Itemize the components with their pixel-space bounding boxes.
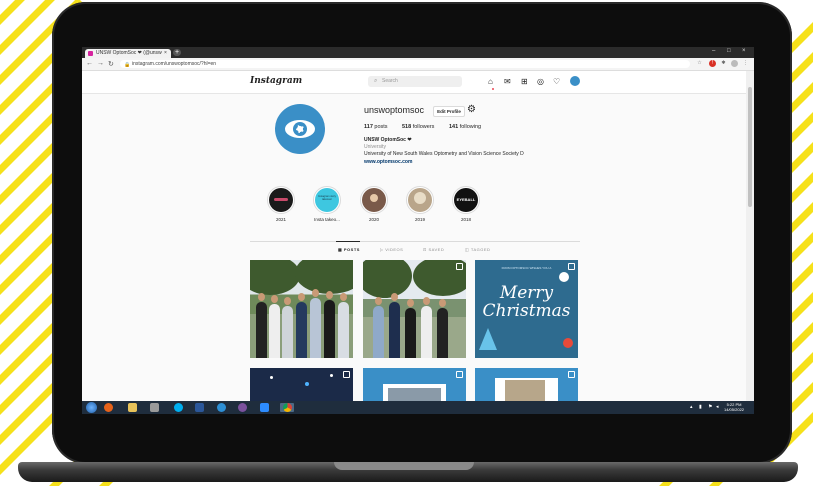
tab-posts[interactable]: ▦ POSTS [338, 247, 360, 252]
following-stat[interactable]: 141 following [449, 124, 481, 130]
carousel-icon [568, 371, 575, 378]
app-icon[interactable] [217, 403, 226, 412]
browser-tab[interactable]: UNSW OptomSoc ❤ (@unswo... × [85, 49, 171, 58]
viber-icon[interactable] [238, 403, 247, 412]
profile-category: University [364, 144, 386, 150]
post-thumbnail[interactable]: FROM OPTOMSOC WISHES YOU A Merry Christm… [475, 260, 578, 358]
home-icon[interactable]: ⌂ [488, 77, 493, 86]
active-tab-indicator [336, 241, 360, 242]
bookmark-star-icon[interactable]: ☆ [696, 60, 703, 67]
browser-tab-bar: UNSW OptomSoc ❤ (@unswo... × + – □ × [82, 47, 754, 58]
highlight-thumbnail [362, 188, 386, 212]
start-button[interactable] [86, 402, 97, 413]
new-post-icon[interactable]: ⊞ [521, 77, 528, 86]
tab-close-icon[interactable]: × [164, 49, 167, 58]
back-arrow-icon[interactable]: ← [86, 60, 93, 67]
firefox-icon[interactable] [104, 403, 113, 412]
browser-toolbar: ← → ↻ 🔒 instagram.com/unswoptomsoc/?hl=e… [82, 58, 754, 71]
highlight-thumbnail [269, 188, 293, 212]
post-thumbnail[interactable] [363, 260, 466, 358]
flag-icon[interactable]: ⚑ [708, 404, 712, 410]
search-input[interactable]: ⌕ Search [368, 76, 462, 87]
close-window-button[interactable]: × [742, 48, 746, 54]
profile-avatar-icon[interactable] [731, 60, 738, 67]
highlight-label: Insta takeo... [314, 217, 340, 222]
taskbar-clock[interactable]: 5:22 PM 14/05/2022 [724, 402, 744, 412]
highlight-thumbnail [408, 188, 432, 212]
highlight-label: 2019 [414, 217, 425, 222]
highlight-thumbnail: EYEBALL [454, 188, 478, 212]
taskbar-date: 14/05/2022 [724, 407, 745, 412]
extension-icon[interactable]: ! [709, 60, 716, 67]
instagram-page: Instagram ⌕ Search ⌂ ✉ ⊞ ◎ ♡ unswoptomso… [82, 71, 746, 414]
address-bar[interactable]: 🔒 instagram.com/unswoptomsoc/?hl=en [120, 60, 690, 68]
followers-stat[interactable]: 518 followers [402, 124, 434, 130]
highlight-label: 2021 [275, 217, 286, 222]
chrome-taskbar-icon[interactable] [280, 403, 294, 412]
gear-icon[interactable]: ⚙ [467, 104, 476, 115]
windows-taskbar: ▴ ▮ ⚑ ◂ 5:22 PM 14/05/2022 [82, 401, 754, 414]
maximize-button[interactable]: □ [727, 48, 731, 54]
instagram-favicon-icon [88, 51, 93, 56]
explore-compass-icon[interactable]: ◎ [537, 77, 544, 86]
network-icon[interactable]: ▮ [699, 404, 702, 410]
profile-bio: University of New South Wales Optometry … [364, 151, 524, 157]
lock-icon: 🔒 [124, 62, 131, 68]
kebab-menu-icon[interactable]: ⋮ [742, 60, 749, 67]
reload-icon[interactable]: ↻ [108, 60, 114, 68]
tray-arrow-icon[interactable]: ▴ [690, 404, 693, 410]
profile-username: unswoptomsoc [364, 105, 425, 115]
christmas-post-title: Merry Christmas [482, 283, 571, 321]
tab-videos[interactable]: ▷ VIDEOS [380, 247, 403, 252]
carousel-icon [343, 371, 350, 378]
skype-icon[interactable] [174, 403, 183, 412]
laptop-notch [334, 462, 474, 470]
highlight-label: 2020 [368, 217, 379, 222]
instagram-logo[interactable]: Instagram [250, 76, 302, 86]
notification-dot [492, 88, 494, 90]
highlight-inner-text: Instagram story takeover [318, 195, 336, 201]
highlight-thumbnail: Instagram story takeover [315, 188, 339, 212]
profile-avatar-button[interactable] [570, 76, 580, 86]
carousel-icon [568, 263, 575, 270]
zoom-icon[interactable] [260, 403, 269, 412]
profile-website-link[interactable]: www.optomsoc.com [364, 159, 412, 165]
search-placeholder: Search [382, 78, 398, 84]
url-text: instagram.com/unswoptomsoc/?hl=en [132, 61, 217, 67]
tab-tagged[interactable]: ◫ TAGGED [465, 247, 490, 252]
laptop-screen: UNSW OptomSoc ❤ (@unswo... × + – □ × ← →… [82, 47, 754, 414]
posts-stat: 117 posts [364, 124, 388, 130]
new-tab-button[interactable]: + [173, 49, 181, 56]
carousel-icon [456, 371, 463, 378]
carousel-icon [456, 263, 463, 270]
file-explorer-icon[interactable] [128, 403, 137, 412]
post-thumbnail[interactable] [250, 260, 353, 358]
media-player-icon[interactable] [150, 403, 159, 412]
messenger-icon[interactable]: ✉ [504, 77, 511, 86]
scrollbar-thumb[interactable] [748, 87, 752, 207]
search-icon: ⌕ [374, 78, 378, 84]
word-icon[interactable] [195, 403, 204, 412]
volume-icon[interactable]: ◂ [716, 404, 719, 410]
tab-title: UNSW OptomSoc ❤ (@unswo... [96, 50, 162, 56]
christmas-post-subtitle: FROM OPTOMSOC WISHES YOU A [501, 266, 552, 270]
profile-tabs-divider [250, 241, 580, 242]
instagram-header: Instagram ⌕ Search ⌂ ✉ ⊞ ◎ ♡ [82, 71, 746, 94]
tab-saved[interactable]: ⊡ SAVED [423, 247, 444, 252]
eye-pupil [296, 125, 304, 133]
highlight-inner-text: EYEBALL [456, 197, 476, 202]
highlight-label: 2018 [460, 217, 471, 222]
heart-activity-icon[interactable]: ♡ [553, 77, 560, 86]
profile-display-name: UNSW OptomSoc ❤ [364, 137, 412, 143]
forward-arrow-icon[interactable]: → [97, 60, 104, 67]
edit-profile-button[interactable]: Edit Profile [433, 106, 465, 117]
puzzle-extensions-icon[interactable]: ✱ [720, 60, 727, 67]
minimize-button[interactable]: – [712, 48, 715, 54]
